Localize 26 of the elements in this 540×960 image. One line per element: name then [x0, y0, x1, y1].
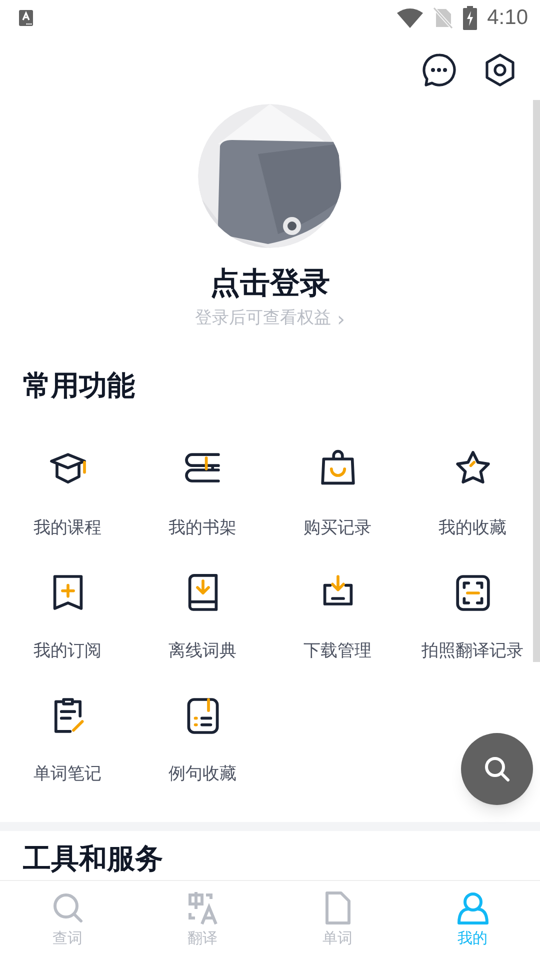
function-item[interactable]: 我的订阅: [34, 552, 102, 672]
settings-icon[interactable]: [484, 53, 516, 87]
clock-time: 4:10: [487, 5, 528, 32]
section-title: 常用功能: [23, 368, 136, 404]
translate-icon: [186, 891, 220, 926]
function-item[interactable]: 我的课程: [34, 430, 102, 550]
function-item[interactable]: 购买记录: [304, 430, 372, 550]
function-item[interactable]: 下载管理: [304, 552, 372, 672]
function-item[interactable]: 例句收藏: [168, 676, 236, 796]
login-title[interactable]: 点击登录: [210, 264, 330, 304]
function-item[interactable]: 离线词典: [168, 552, 236, 672]
search-icon: [483, 755, 511, 783]
no-sim-icon: [433, 7, 454, 29]
scrollbar[interactable]: [533, 100, 540, 662]
person-icon: [456, 891, 490, 926]
notification-icon: [18, 9, 34, 27]
battery-charging-icon: [463, 6, 478, 30]
messages-icon[interactable]: [422, 53, 456, 87]
search-icon: [50, 891, 84, 926]
function-item[interactable]: 拍照翻译记录: [422, 552, 524, 672]
function-item[interactable]: 单词笔记: [34, 676, 102, 796]
chevron-icon: ›: [337, 308, 345, 329]
function-item[interactable]: 我的书架: [168, 430, 236, 550]
wifi-icon: [397, 8, 424, 28]
function-item[interactable]: 我的收藏: [438, 430, 506, 550]
section-title: 工具和服务: [23, 840, 164, 876]
